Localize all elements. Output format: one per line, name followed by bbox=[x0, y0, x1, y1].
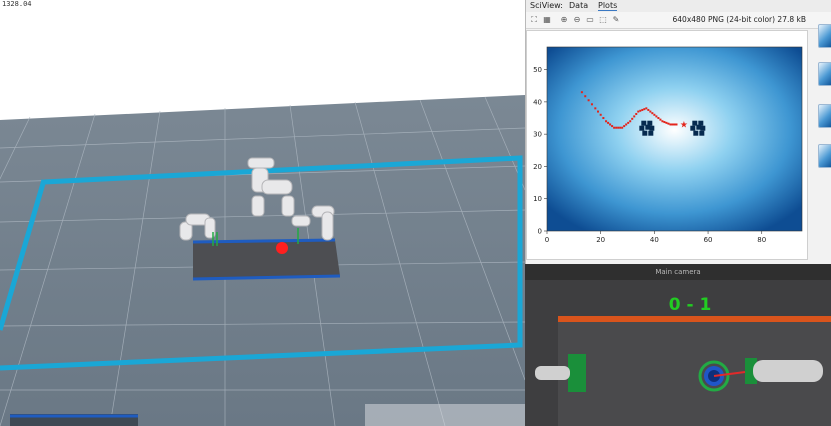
path-point bbox=[607, 121, 610, 124]
path-point bbox=[637, 110, 640, 113]
obstacle-cell bbox=[690, 125, 696, 131]
sciview-label: SciView: bbox=[530, 1, 563, 10]
heatmap-area bbox=[546, 46, 803, 232]
thumbnail-4[interactable] bbox=[818, 144, 831, 168]
obstacle-cell bbox=[699, 130, 705, 136]
thumbnail-strip bbox=[814, 20, 831, 260]
path-point bbox=[597, 110, 599, 113]
camera-view: 0 - 1 bbox=[525, 280, 831, 426]
right-paddle bbox=[745, 358, 823, 384]
path-point bbox=[639, 109, 642, 112]
path-point bbox=[635, 112, 638, 115]
path-point bbox=[661, 120, 664, 123]
path-point bbox=[653, 113, 656, 116]
path-point bbox=[611, 125, 614, 128]
y-tick-label: 0 bbox=[538, 228, 542, 236]
y-tick-label: 20 bbox=[533, 163, 542, 171]
x-tick-label: 80 bbox=[757, 236, 766, 244]
camera-title: Main camera bbox=[525, 264, 831, 280]
path-point bbox=[657, 117, 660, 120]
tab-plots[interactable]: Plots bbox=[598, 1, 618, 11]
fit-icon[interactable]: ⛶ bbox=[529, 15, 539, 25]
obstacle-cell bbox=[693, 130, 699, 136]
thumbnail-3[interactable] bbox=[818, 104, 831, 128]
path-point bbox=[649, 110, 652, 113]
path-point bbox=[663, 121, 666, 124]
color-picker-icon[interactable]: ✎ bbox=[611, 15, 621, 25]
coords-readout: 1328.04 bbox=[2, 0, 32, 8]
image-info: 640x480 PNG (24-bit color) 27.8 kB bbox=[672, 15, 806, 24]
path-point bbox=[580, 91, 583, 94]
path-point bbox=[665, 121, 668, 124]
zoom-out-icon[interactable]: ⊖ bbox=[572, 15, 582, 25]
path-point bbox=[617, 126, 620, 129]
path-point bbox=[605, 120, 608, 123]
obstacle-cell bbox=[645, 124, 651, 130]
obstacle-cell bbox=[696, 124, 702, 130]
path-point bbox=[594, 107, 597, 110]
path-point bbox=[627, 121, 630, 124]
path-point bbox=[629, 120, 632, 123]
y-tick-label: 30 bbox=[533, 131, 542, 139]
tab-data[interactable]: Data bbox=[569, 1, 588, 10]
plot-card[interactable]: 0 20 40 60 80 0 10 20 30 40 50 ★ bbox=[526, 30, 808, 260]
path-point bbox=[619, 126, 622, 129]
path-point bbox=[584, 95, 587, 98]
path-point bbox=[609, 123, 612, 126]
path-point bbox=[675, 123, 678, 126]
path-point bbox=[643, 108, 646, 111]
path-point bbox=[673, 123, 676, 126]
path-point bbox=[590, 103, 593, 106]
x-tick-label: 0 bbox=[545, 236, 549, 244]
path-point bbox=[641, 108, 644, 111]
y-tick-label: 40 bbox=[533, 98, 542, 106]
path-point bbox=[645, 107, 648, 110]
3d-viewport[interactable]: 1328.04 bbox=[0, 0, 525, 426]
path-point bbox=[651, 112, 654, 115]
x-tick-label: 40 bbox=[650, 236, 659, 244]
camera-panel: Main camera 0 - 1 bbox=[525, 264, 831, 426]
path-point bbox=[633, 115, 636, 118]
image-toolbar: ⛶ ▦ ⊕ ⊖ ▭ ⬚ ✎ 640x480 PNG (24-bit color)… bbox=[526, 12, 831, 29]
table-edge bbox=[558, 316, 831, 322]
score-text: 0 - 1 bbox=[669, 295, 712, 315]
path-point bbox=[647, 108, 650, 111]
zoom-in-icon[interactable]: ⊕ bbox=[559, 15, 569, 25]
obstacle-cell bbox=[639, 125, 645, 131]
path-point bbox=[587, 99, 590, 102]
x-tick-label: 20 bbox=[596, 236, 605, 244]
path-point bbox=[602, 117, 605, 120]
path-point bbox=[613, 126, 616, 129]
sciview-panel: SciView: Data Plots ⛶ ▦ ⊕ ⊖ ▭ ⬚ ✎ 640x48… bbox=[525, 0, 831, 264]
path-point bbox=[667, 122, 670, 125]
goal-marker: ★ bbox=[680, 120, 688, 130]
path-point bbox=[615, 126, 618, 129]
path-point bbox=[669, 123, 672, 126]
path-point bbox=[659, 118, 662, 121]
path-point bbox=[623, 125, 626, 128]
path-point bbox=[631, 117, 634, 120]
path-point bbox=[621, 126, 624, 129]
overlay-panel bbox=[365, 404, 525, 426]
scene-canvas[interactable] bbox=[0, 0, 525, 426]
path-point bbox=[671, 123, 674, 126]
path-point bbox=[625, 123, 628, 126]
thumbnail-1[interactable] bbox=[818, 24, 831, 48]
robot-table bbox=[192, 238, 341, 281]
obstacle-cell bbox=[642, 130, 648, 136]
x-tick-label: 60 bbox=[704, 236, 713, 244]
path-point bbox=[655, 115, 658, 118]
actual-size-icon[interactable]: ▭ bbox=[585, 15, 595, 25]
y-tick-label: 10 bbox=[533, 195, 542, 203]
sciview-tabs: SciView: Data Plots bbox=[526, 0, 831, 12]
thumbnail-2[interactable] bbox=[818, 62, 831, 86]
path-point bbox=[599, 113, 602, 116]
target-ball bbox=[276, 242, 288, 254]
heatmap-chart: 0 20 40 60 80 0 10 20 30 40 50 ★ bbox=[533, 46, 803, 244]
obstacle-cell bbox=[648, 130, 654, 136]
frame-icon[interactable]: ⬚ bbox=[598, 15, 608, 25]
grid-icon[interactable]: ▦ bbox=[542, 15, 552, 25]
y-tick-label: 50 bbox=[533, 66, 542, 74]
